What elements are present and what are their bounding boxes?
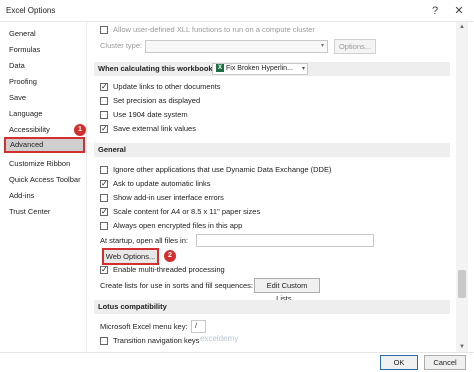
update-links-label: Update links to other documents [113,82,221,91]
precision-label: Set precision as displayed [113,96,201,105]
udf-cluster-option[interactable]: Allow user-defined XLL functions to run … [100,24,315,36]
ok-button[interactable]: OK [380,355,418,370]
update-links-option[interactable]: Update links to other documents [100,81,221,93]
workbook-select-value: Fix Broken Hyperlin... [226,65,293,72]
sidebar-item-data[interactable]: Data [4,58,85,74]
title-bar: Excel Options ? ✕ [0,0,474,22]
multithread-label: Enable multi-threaded processing [113,265,225,274]
cluster-options-button[interactable]: Options... [334,39,376,54]
external-links-label: Save external link values [113,124,196,133]
encrypted-files-checkbox[interactable] [100,222,108,231]
sidebar-item-language[interactable]: Language [4,106,85,122]
web-options-button[interactable]: Web Options... [102,248,159,265]
scroll-thumb[interactable] [458,270,466,298]
cancel-button[interactable]: Cancel [424,355,466,370]
dde-label: Ignore other applications that use Dynam… [113,165,332,174]
multithread-checkbox[interactable] [100,264,108,276]
scroll-up-icon[interactable]: ▲ [456,22,468,32]
sidebar-item-accessibility[interactable]: Accessibility [4,122,85,138]
startup-folder-label: At startup, open all files in: [100,236,188,245]
help-icon[interactable]: ? [426,3,444,19]
sidebar-item-proofing[interactable]: Proofing [4,74,85,90]
precision-option[interactable]: Set precision as displayed [100,95,200,107]
addin-errors-checkbox[interactable] [100,194,108,203]
advanced-options-panel: Allow user-defined XLL functions to run … [88,22,454,352]
multithread-option[interactable]: Enable multi-threaded processing [100,264,225,276]
encrypted-files-option[interactable]: Always open encrypted files in this app [100,220,242,232]
date-1904-label: Use 1904 date system [113,110,188,119]
sidebar-item-customize-ribbon[interactable]: Customize Ribbon [4,156,85,172]
workbook-section-title: When calculating this workbook: [98,64,216,73]
dialog-footer: OK Cancel [0,352,474,372]
edit-custom-lists-button[interactable]: Edit Custom Lists... [254,278,320,303]
dde-option[interactable]: Ignore other applications that use Dynam… [100,164,331,176]
sidebar-item-general[interactable]: General [4,26,85,42]
sidebar-item-save[interactable]: Save [4,90,85,106]
cluster-type-label: Cluster type: [100,41,143,50]
sidebar-item-quick-access-toolbar[interactable]: Quick Access Toolbar [4,172,85,188]
step-badge-1: 1 [74,124,86,136]
chevron-down-icon: ▾ [320,43,324,49]
update-links-checkbox[interactable] [100,81,108,93]
sidebar-item-formulas[interactable]: Formulas [4,42,85,58]
auto-links-option[interactable]: Ask to update automatic links [100,178,211,190]
transition-keys-label: Transition navigation keys [113,336,200,345]
scroll-down-icon[interactable]: ▼ [456,342,468,352]
auto-links-checkbox[interactable] [100,178,108,190]
auto-links-label: Ask to update automatic links [113,179,211,188]
menu-key-label: Microsoft Excel menu key: [100,322,188,331]
sidebar-item-advanced[interactable]: Advanced [4,137,85,153]
scale-content-option[interactable]: Scale content for A4 or 8.5 x 11" paper … [100,206,260,218]
dde-checkbox[interactable] [100,166,108,175]
transition-keys-option[interactable]: Transition navigation keys [100,335,199,347]
scale-content-checkbox[interactable] [100,206,108,218]
chevron-down-icon: ▾ [301,66,305,72]
date-1904-checkbox[interactable] [100,111,108,120]
window-title: Excel Options [6,6,56,15]
custom-lists-label: Create lists for use in sorts and fill s… [100,281,253,290]
sidebar-item-trust-center[interactable]: Trust Center [4,204,85,220]
menu-key-input[interactable]: / [191,320,206,333]
date-1904-option[interactable]: Use 1904 date system [100,109,188,121]
addin-errors-option[interactable]: Show add-in user interface errors [100,192,224,204]
watermark-logo: exceldemy [200,334,239,343]
general-section-header: General [94,143,450,157]
startup-folder-input[interactable] [196,234,374,247]
workbook-select[interactable]: X Fix Broken Hyperlin... ▾ [212,63,308,75]
external-links-option[interactable]: Save external link values [100,123,196,135]
addin-errors-label: Show add-in user interface errors [113,193,224,202]
udf-cluster-label: Allow user-defined XLL functions to run … [113,25,315,34]
precision-checkbox[interactable] [100,97,108,106]
transition-keys-checkbox[interactable] [100,337,108,346]
close-icon[interactable]: ✕ [450,3,468,19]
step-badge-2: 2 [164,250,176,262]
cluster-type-select[interactable]: ▾ [145,40,328,53]
options-sidebar: General Formulas Data Proofing Save Lang… [0,22,87,352]
udf-cluster-checkbox[interactable] [100,26,108,35]
external-links-checkbox[interactable] [100,123,108,135]
panel-scrollbar[interactable]: ▲ ▼ [456,22,468,352]
lotus-section-header: Lotus compatibility [94,300,450,314]
scale-content-label: Scale content for A4 or 8.5 x 11" paper … [113,207,261,216]
excel-workbook-icon: X [216,64,224,73]
sidebar-item-add-ins[interactable]: Add-ins [4,188,85,204]
encrypted-files-label: Always open encrypted files in this app [113,221,243,230]
